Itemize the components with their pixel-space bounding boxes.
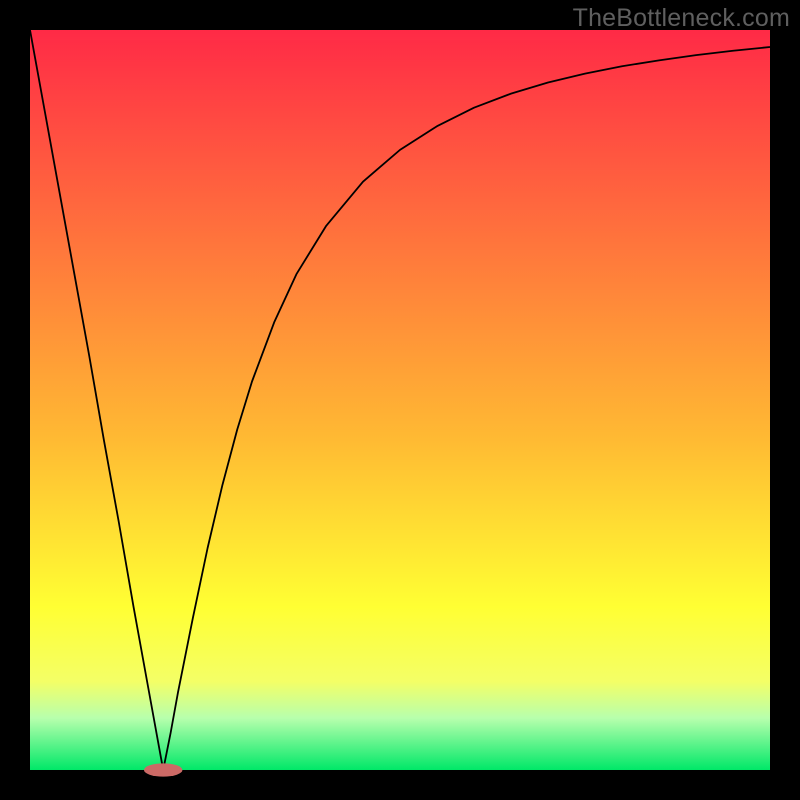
chart-container: TheBottleneck.com [0, 0, 800, 800]
chart-svg [0, 0, 800, 800]
watermark: TheBottleneck.com [573, 4, 790, 33]
chart-background [30, 30, 770, 770]
minimum-marker [144, 763, 182, 776]
